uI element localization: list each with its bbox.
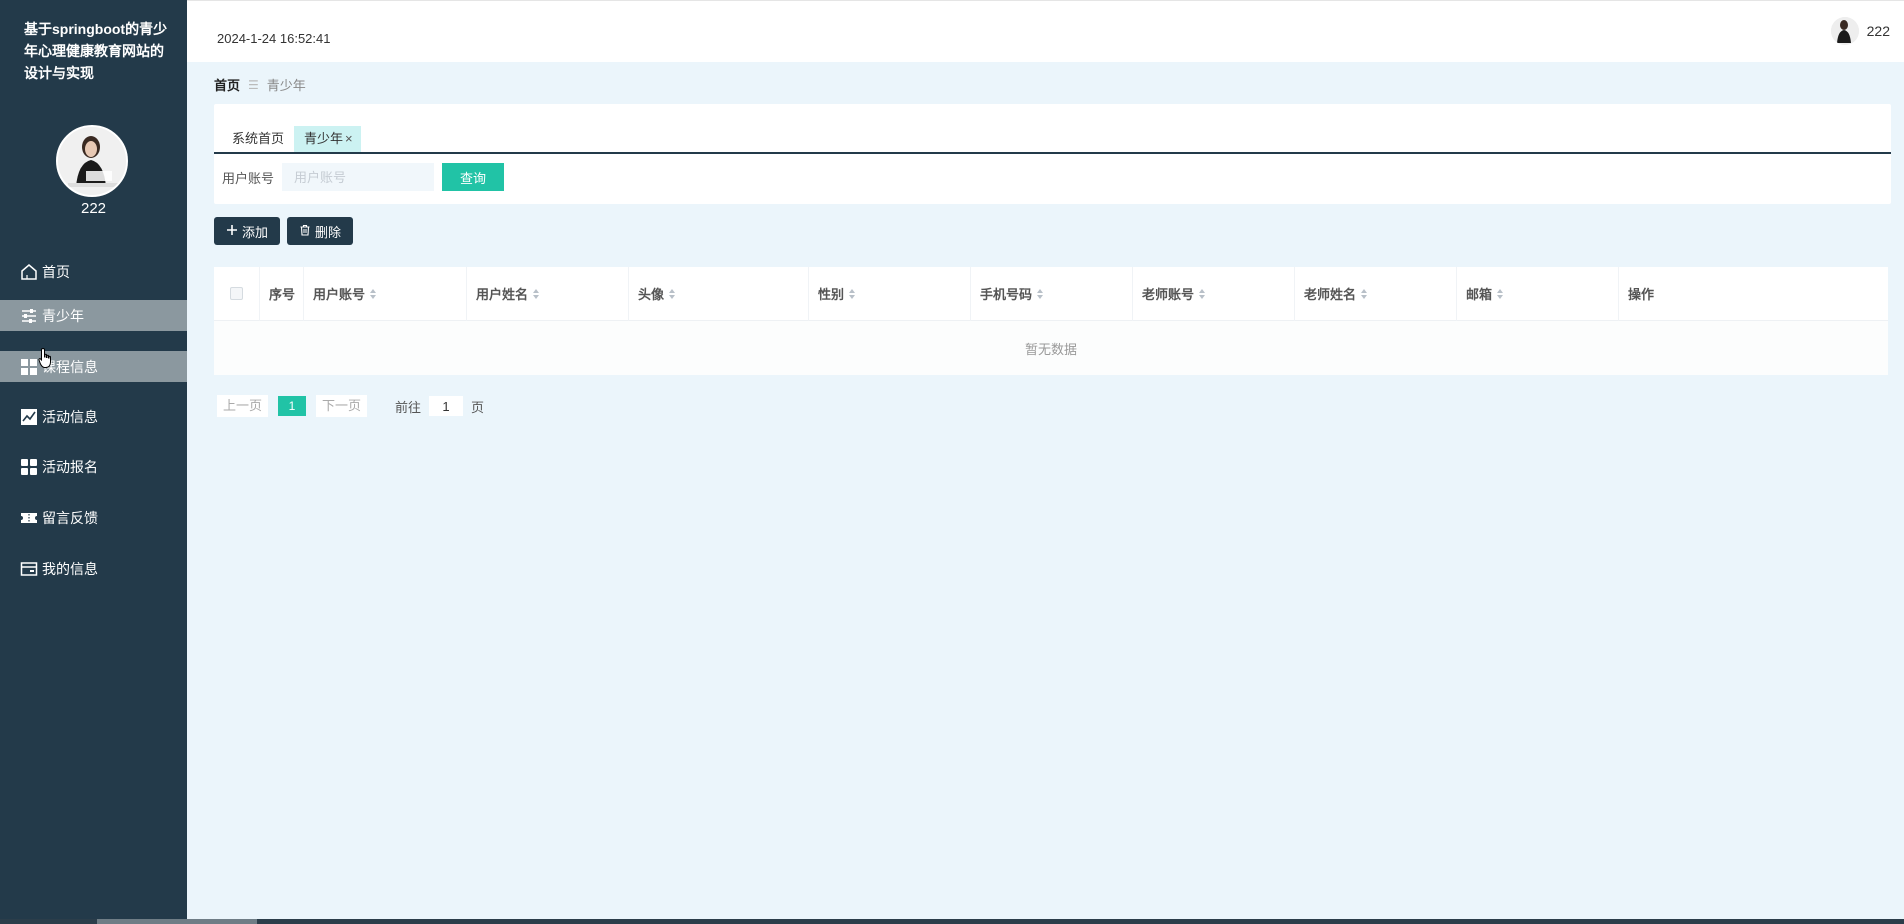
column-label: 手机号码 [980, 287, 1033, 302]
tab-system-home[interactable]: 系统首页 [222, 126, 294, 152]
goto-label: 前往 [395, 399, 422, 415]
sidebar-item-label: 首页 [42, 263, 70, 280]
sidebar-item-label: 青少年 [42, 307, 84, 324]
column-header[interactable]: 性别 [809, 266, 971, 321]
select-all-checkbox[interactable] [230, 287, 243, 300]
column-label: 序号 [269, 287, 296, 302]
breadcrumb-home[interactable]: 首页 [214, 75, 240, 94]
sidebar-item-label: 活动报名 [42, 458, 98, 475]
sidebar: 基于springboot的青少年心理健康教育网站的设计与实现 222 首页 青少… [0, 0, 187, 924]
column-label: 操作 [1628, 287, 1655, 302]
apps-icon [20, 458, 38, 476]
sidebar-item-home[interactable]: 首页 [0, 256, 187, 287]
action-bar: 添加 删除 [214, 217, 354, 245]
sidebar-item-label: 活动信息 [42, 408, 98, 425]
breadcrumb: 首页 ☰ 青少年 [214, 75, 306, 94]
column-label: 性别 [818, 287, 845, 302]
horizontal-scrollbar[interactable] [0, 919, 1904, 924]
sidebar-item-youth[interactable]: 青少年 [0, 300, 187, 331]
wallet-icon [20, 560, 38, 578]
column-header[interactable]: 用户姓名 [467, 266, 629, 321]
sidebar-item-feedback[interactable]: 留言反馈 [0, 502, 187, 533]
sidebar-avatar[interactable] [56, 125, 128, 197]
close-icon[interactable]: × [345, 131, 353, 146]
select-all-cell [214, 266, 260, 321]
plus-icon [226, 224, 238, 239]
tab-youth[interactable]: 青少年 × [294, 126, 361, 152]
sort-icon[interactable] [370, 288, 377, 299]
pagination: 上一页 1 下一页 前往 页 [217, 395, 484, 417]
sort-icon[interactable] [849, 288, 856, 299]
sidebar-item-profile[interactable]: 我的信息 [0, 553, 187, 584]
content-card: 系统首页 青少年× 用户账号 查询 [214, 104, 1891, 204]
data-table: 序号 用户账号 用户姓名 头像 性别 手机号码 老师账号 老师姓名 邮箱 操作 … [214, 266, 1888, 375]
sliders-icon [20, 307, 38, 325]
datetime: 2024-1-24 16:52:41 [217, 31, 331, 46]
page-number[interactable]: 1 [278, 396, 307, 416]
search-input[interactable] [282, 163, 435, 191]
column-header[interactable]: 头像 [629, 266, 809, 321]
site-title: 基于springboot的青少年心理健康教育网站的设计与实现 [24, 21, 168, 81]
sort-icon[interactable] [1361, 288, 1368, 299]
delete-button[interactable]: 删除 [287, 217, 354, 245]
grid-icon [20, 358, 38, 376]
page-unit-label: 页 [471, 399, 485, 415]
table-header: 序号 用户账号 用户姓名 头像 性别 手机号码 老师账号 老师姓名 邮箱 操作 [214, 266, 1888, 321]
ticket-icon [20, 509, 38, 527]
column-header[interactable]: 用户账号 [304, 266, 467, 321]
chart-icon [20, 408, 38, 426]
breadcrumb-separator-icon: ☰ [248, 77, 259, 92]
add-label: 添加 [242, 224, 269, 240]
goto-page-input[interactable] [429, 396, 464, 416]
breadcrumb-current: 青少年 [266, 78, 306, 93]
sort-icon[interactable] [533, 288, 540, 299]
column-header[interactable]: 老师姓名 [1295, 266, 1457, 321]
sidebar-item-activities[interactable]: 活动信息 [0, 401, 187, 432]
user-photo-icon [1830, 17, 1859, 45]
sidebar-username: 222 [80, 200, 107, 217]
header-username: 222 [1866, 23, 1890, 39]
column-header: 操作 [1619, 267, 1874, 321]
hand-cursor-icon [38, 347, 51, 368]
empty-state: 暂无数据 [214, 321, 1888, 375]
column-label: 用户姓名 [476, 287, 529, 302]
column-label: 邮箱 [1466, 287, 1493, 302]
sidebar-item-label: 留言反馈 [42, 509, 98, 526]
column-label: 头像 [638, 287, 665, 302]
sidebar-item-signup[interactable]: 活动报名 [0, 451, 187, 482]
tab-bar: 系统首页 青少年 × [214, 122, 1891, 154]
scrollbar-thumb[interactable] [97, 919, 257, 924]
sort-icon[interactable] [1037, 288, 1044, 299]
column-header: 序号 [260, 266, 304, 321]
user-photo-icon [58, 127, 126, 195]
search-label: 用户账号 [222, 170, 275, 186]
column-label: 老师姓名 [1304, 287, 1357, 302]
search-form: 用户账号 查询 [222, 163, 505, 191]
avatar[interactable] [1830, 17, 1859, 45]
sidebar-item-label: 我的信息 [42, 560, 98, 577]
home-icon [20, 263, 38, 281]
column-label: 用户账号 [313, 287, 366, 302]
sort-icon[interactable] [1199, 288, 1206, 299]
sort-icon[interactable] [1497, 288, 1504, 299]
column-label: 老师账号 [1142, 287, 1195, 302]
column-header[interactable]: 老师账号 [1133, 266, 1295, 321]
column-header[interactable]: 邮箱 [1457, 266, 1619, 321]
column-header[interactable]: 手机号码 [971, 266, 1133, 321]
sort-icon[interactable] [669, 288, 676, 299]
top-header: 2024-1-24 16:52:41 222 [187, 0, 1904, 62]
add-button[interactable]: 添加 [214, 217, 281, 245]
tab-label: 青少年 [304, 131, 344, 146]
next-page-button[interactable]: 下一页 [316, 395, 368, 417]
delete-label: 删除 [315, 224, 342, 240]
header-user-menu[interactable]: 222 [1830, 17, 1890, 45]
tab-label: 系统首页 [232, 131, 285, 146]
trash-icon [299, 224, 311, 239]
prev-page-button[interactable]: 上一页 [217, 395, 269, 417]
search-button[interactable]: 查询 [442, 163, 505, 191]
sidebar-item-courses[interactable]: 课程信息 [0, 351, 187, 382]
